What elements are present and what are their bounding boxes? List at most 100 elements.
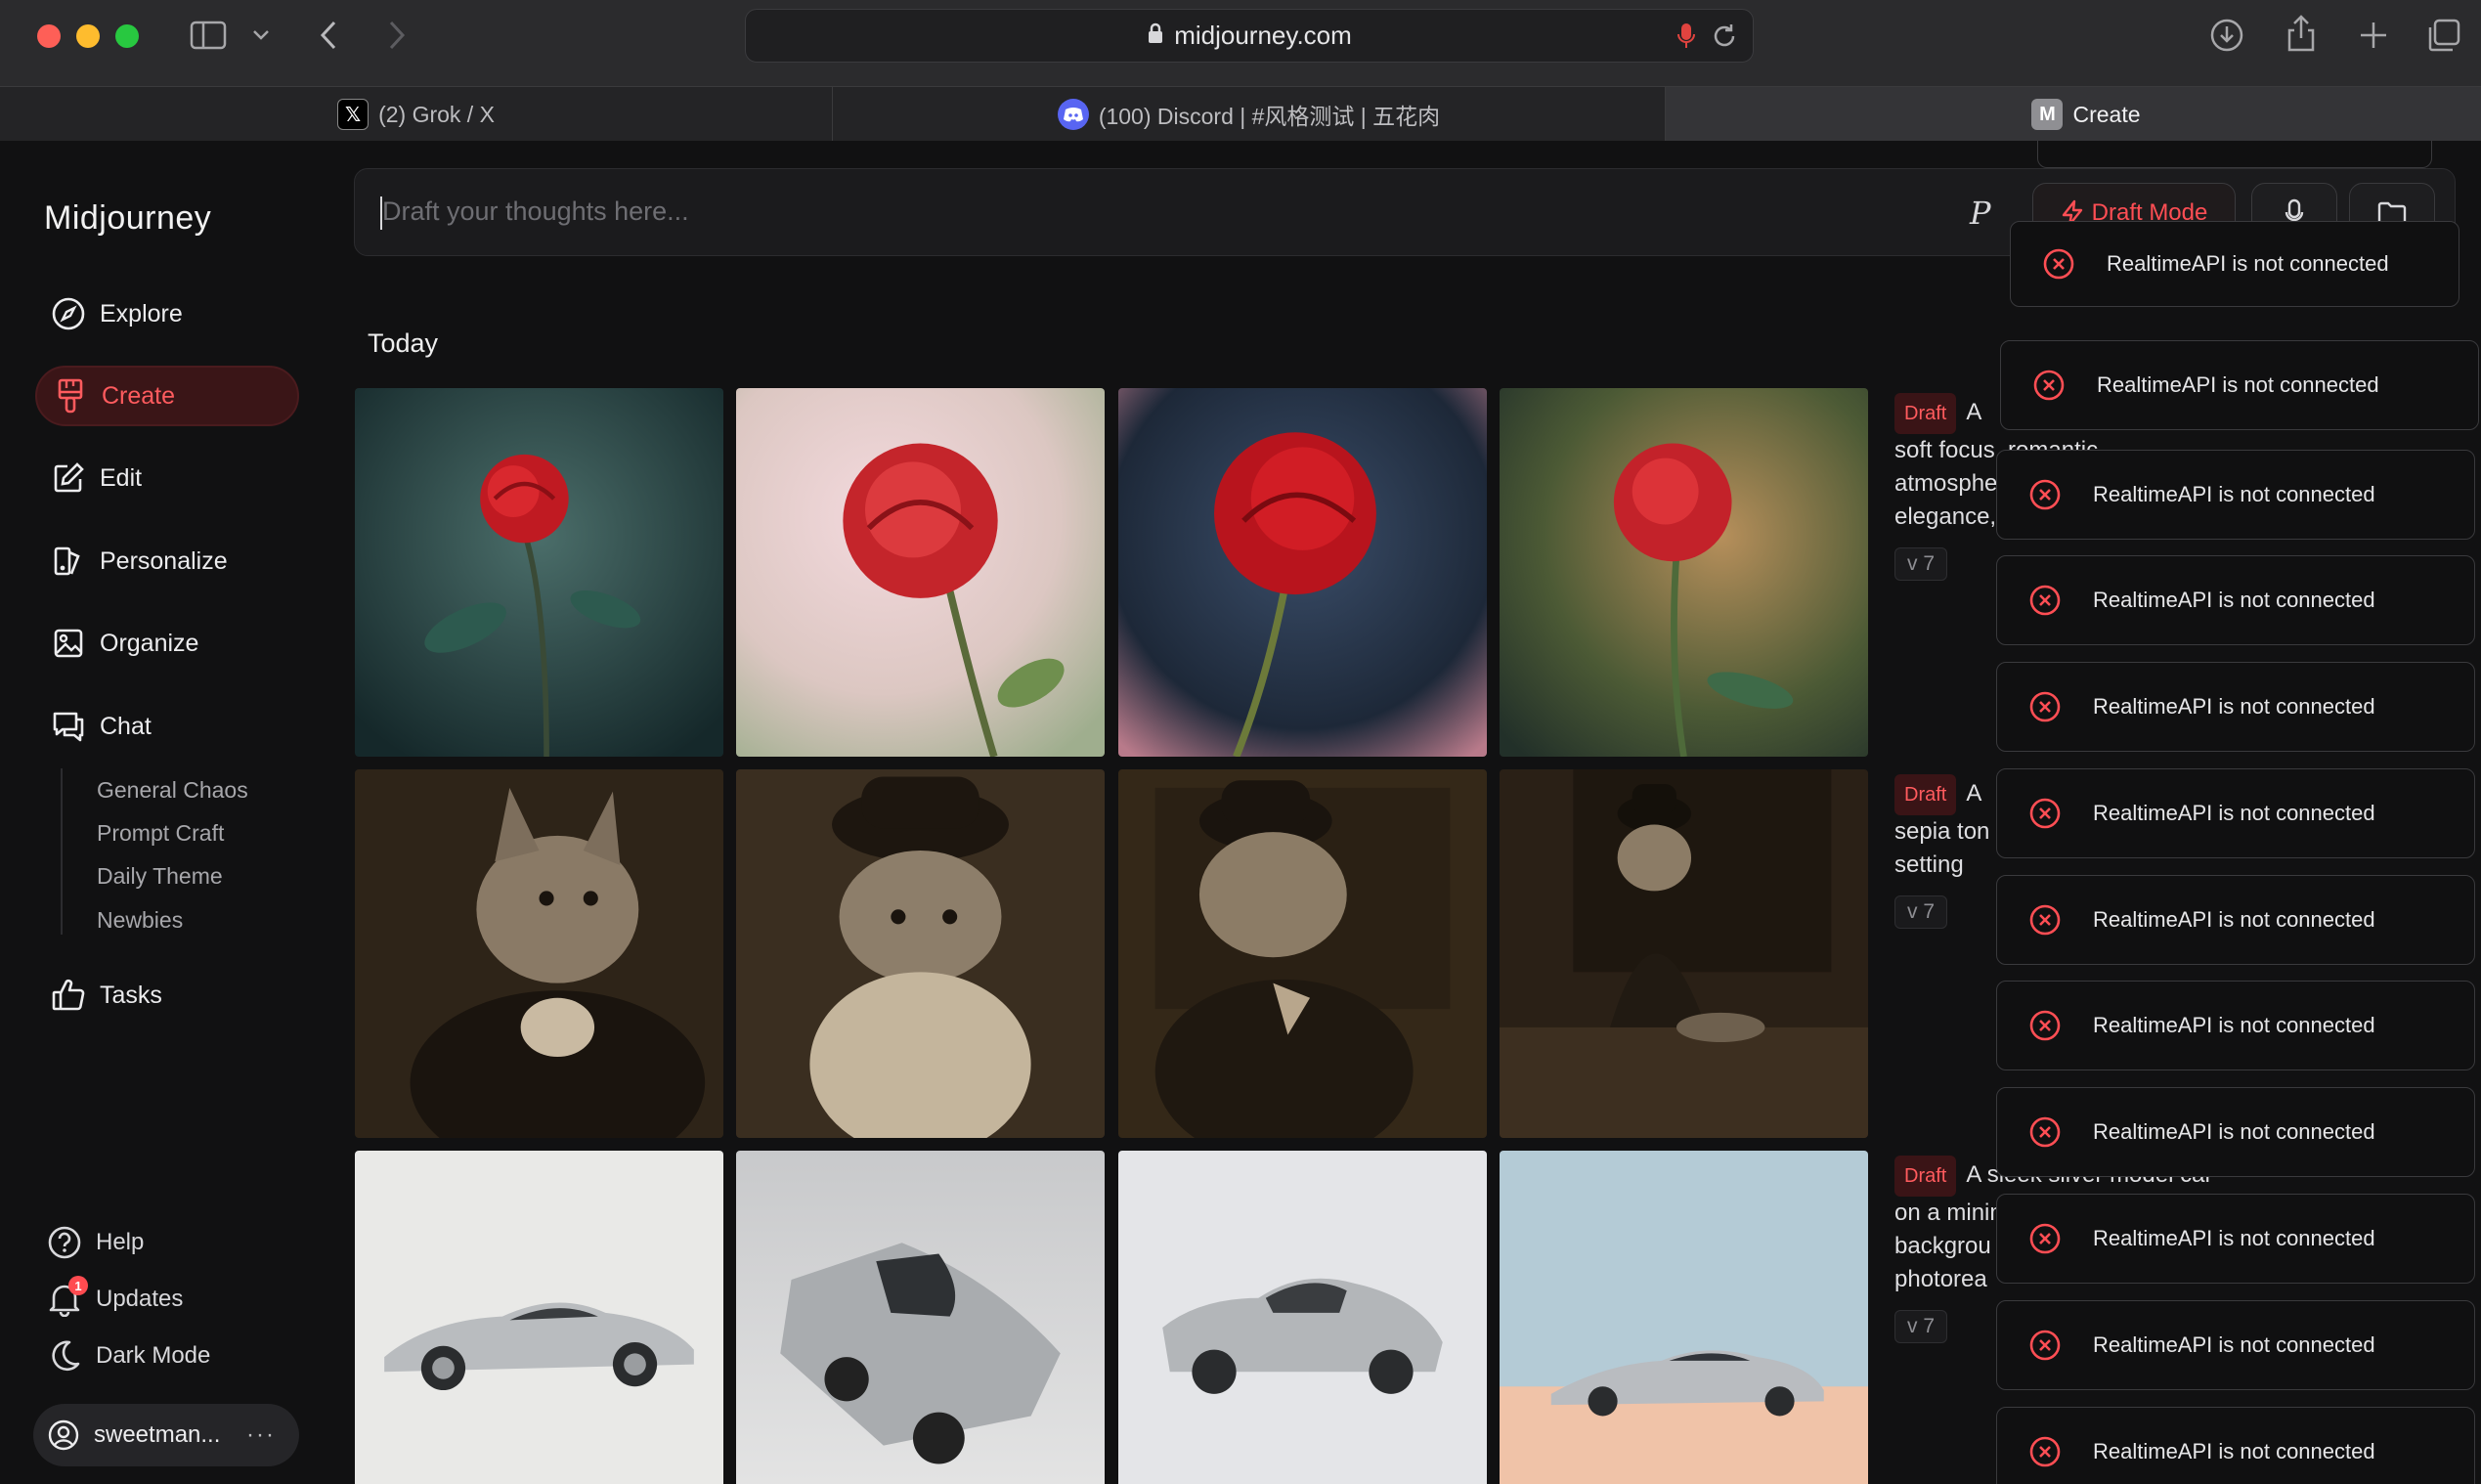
tab-create[interactable]: M Create <box>1666 87 2481 142</box>
nav-create[interactable]: Create <box>35 366 299 426</box>
error-circle-x-icon <box>1997 1222 2093 1255</box>
new-tab-icon[interactable] <box>2354 16 2393 55</box>
nav-label: Chat <box>100 712 152 740</box>
toast-message: RealtimeAPI is not connected <box>2093 482 2375 506</box>
x-logo-icon: 𝕏 <box>337 99 370 130</box>
sidebar-toggle-icon[interactable] <box>188 18 229 53</box>
error-circle-x-icon <box>1997 903 2093 937</box>
version-badge: v 7 <box>1894 895 1948 929</box>
nav-label: Create <box>102 381 176 410</box>
more-options-icon[interactable]: ··· <box>246 1421 276 1449</box>
error-toast[interactable]: RealtimeAPI is not connected <box>1996 555 2475 645</box>
brand-logo[interactable]: Midjourney <box>44 199 211 238</box>
image-cat-1[interactable] <box>355 769 723 1138</box>
dark-mode-toggle[interactable]: Dark Mode <box>43 1338 210 1374</box>
nav-label: Explore <box>100 299 183 327</box>
tab-bar: 𝕏 (2) Grok / X (100) Discord | #风格测试 | 五… <box>0 86 2481 142</box>
tab-grok[interactable]: 𝕏 (2) Grok / X <box>0 87 833 142</box>
tab-overview-icon[interactable] <box>2424 16 2463 55</box>
image-car-2[interactable] <box>736 1151 1105 1484</box>
chat-room-daily-theme[interactable]: Daily Theme <box>97 863 223 890</box>
image-car-4[interactable] <box>1500 1151 1868 1484</box>
address-bar[interactable]: midjourney.com <box>745 9 1754 63</box>
toast-message: RealtimeAPI is not connected <box>2093 1119 2375 1144</box>
lock-icon <box>1147 22 1164 49</box>
chat-room-newbies[interactable]: Newbies <box>97 907 183 934</box>
chat-rooms-divider <box>61 768 63 935</box>
toast-partial <box>2037 141 2432 168</box>
nav-tasks[interactable]: Tasks <box>35 965 299 1026</box>
forward-arrow-icon[interactable] <box>381 18 413 53</box>
image-gallery-icon <box>37 627 100 660</box>
chat-room-general-chaos[interactable]: General Chaos <box>97 777 248 804</box>
chevron-down-icon[interactable] <box>248 23 274 47</box>
chat-room-prompt-craft[interactable]: Prompt Craft <box>97 820 224 847</box>
nav-personalize[interactable]: Personalize <box>35 531 299 591</box>
user-menu[interactable]: sweetman... ··· <box>33 1404 299 1466</box>
error-toast[interactable]: RealtimeAPI is not connected <box>2010 221 2459 307</box>
zoom-window-button[interactable] <box>115 24 139 48</box>
microphone-icon[interactable] <box>1676 22 1696 56</box>
nav-label: Edit <box>100 463 143 492</box>
error-circle-x-icon <box>1997 1009 2093 1042</box>
error-toast[interactable]: RealtimeAPI is not connected <box>2000 340 2479 430</box>
image-cat-4[interactable] <box>1500 769 1868 1138</box>
error-circle-x-icon <box>2011 247 2107 281</box>
nav-label: Tasks <box>100 981 162 1009</box>
browser-toolbar: midjourney.com <box>0 0 2481 86</box>
nav-chat[interactable]: Chat <box>35 696 299 757</box>
error-toast[interactable]: RealtimeAPI is not connected <box>1996 1194 2475 1284</box>
nav-organize[interactable]: Organize <box>35 613 299 674</box>
image-rose-4[interactable] <box>1500 388 1868 757</box>
draft-tag: Draft <box>1894 774 1957 815</box>
brush-icon <box>39 377 102 415</box>
draft-tag: Draft <box>1894 393 1957 434</box>
image-car-1[interactable] <box>355 1151 723 1484</box>
toast-message: RealtimeAPI is not connected <box>2093 1439 2375 1463</box>
updates-link[interactable]: 1 Updates <box>43 1276 183 1317</box>
error-toast[interactable]: RealtimeAPI is not connected <box>1996 1300 2475 1390</box>
image-car-3[interactable] <box>1118 1151 1487 1484</box>
sidebar: Midjourney Explore Create Edit Personali… <box>0 141 332 1484</box>
bell-icon: 1 <box>43 1276 88 1317</box>
nav-explore[interactable]: Explore <box>35 284 299 344</box>
username: sweetman... <box>94 1421 221 1448</box>
close-window-button[interactable] <box>37 24 61 48</box>
error-toast[interactable]: RealtimeAPI is not connected <box>1996 450 2475 540</box>
url-text: midjourney.com <box>1174 21 1352 50</box>
browser-window: midjourney.com 𝕏 (2) Grok / X (100) Disc… <box>0 0 2481 1484</box>
tab-label: (100) Discord | #风格测试 | 五花肉 <box>1098 104 1441 129</box>
thumbs-up-icon <box>37 978 100 1013</box>
error-toast[interactable]: RealtimeAPI is not connected <box>1996 875 2475 965</box>
reload-icon[interactable] <box>1710 22 1739 56</box>
error-toast[interactable]: RealtimeAPI is not connected <box>1996 981 2475 1070</box>
tab-label: (2) Grok / X <box>378 101 495 127</box>
minimize-window-button[interactable] <box>76 24 100 48</box>
prompt-placeholder[interactable]: Draft your thoughts here... <box>382 196 689 227</box>
nav-label: Organize <box>100 629 199 657</box>
help-label: Help <box>96 1229 145 1255</box>
tab-discord[interactable]: (100) Discord | #风格测试 | 五花肉 <box>833 87 1666 142</box>
error-toast[interactable]: RealtimeAPI is not connected <box>1996 768 2475 858</box>
toast-message: RealtimeAPI is not connected <box>2107 251 2389 276</box>
image-cat-3[interactable] <box>1118 769 1487 1138</box>
image-rose-2[interactable] <box>736 388 1105 757</box>
error-circle-x-icon <box>1997 797 2093 830</box>
image-cat-2[interactable] <box>736 769 1105 1138</box>
compass-icon <box>37 296 100 331</box>
error-toast[interactable]: RealtimeAPI is not connected <box>1996 1087 2475 1177</box>
share-icon[interactable] <box>2282 12 2321 55</box>
help-link[interactable]: Help <box>43 1225 144 1260</box>
error-toast[interactable]: RealtimeAPI is not connected <box>1996 662 2475 752</box>
downloads-icon[interactable] <box>2207 16 2246 55</box>
error-toast[interactable]: RealtimeAPI is not connected <box>1996 1407 2475 1484</box>
back-arrow-icon[interactable] <box>313 18 344 53</box>
help-icon <box>43 1225 86 1260</box>
image-rose-3[interactable] <box>1118 388 1487 757</box>
prompt-text-line1: A <box>1966 780 1982 807</box>
image-rose-1[interactable] <box>355 388 723 757</box>
version-badge: v 7 <box>1894 547 1948 581</box>
midjourney-m-icon: M <box>2031 99 2064 130</box>
personalization-p-button[interactable]: P <box>1970 195 1991 232</box>
nav-edit[interactable]: Edit <box>35 448 299 508</box>
